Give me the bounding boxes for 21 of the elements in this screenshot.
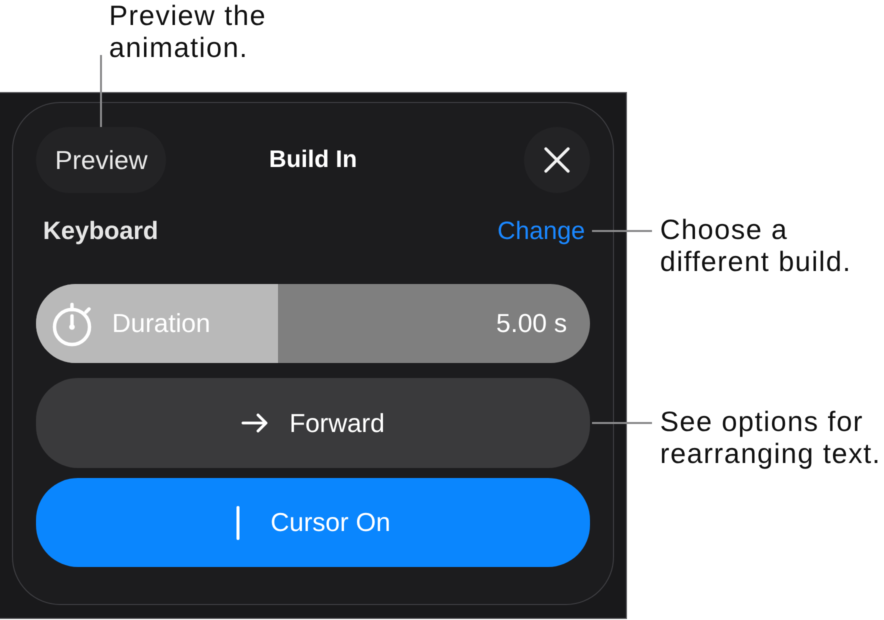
duration-label: Duration: [112, 308, 210, 339]
callout-text: Preview the animation.: [109, 0, 268, 64]
direction-button[interactable]: Forward: [36, 378, 590, 468]
popover-title: Build In: [269, 146, 357, 174]
text-cursor-icon: [236, 506, 240, 540]
arrow-right-icon: [241, 413, 270, 433]
preview-button[interactable]: Preview: [36, 127, 166, 193]
callout-text: Choose a different build.: [660, 214, 852, 278]
cursor-toggle[interactable]: Cursor On: [36, 478, 590, 567]
change-link[interactable]: Change: [497, 216, 585, 246]
cursor-label: Cursor On: [270, 507, 390, 538]
stopwatch-icon: [51, 300, 93, 346]
leader-line: [100, 55, 102, 127]
build-name: Keyboard: [43, 216, 158, 246]
leader-line: [592, 230, 652, 232]
leader-line: [592, 422, 652, 424]
direction-label: Forward: [289, 408, 385, 438]
close-icon: [544, 147, 570, 173]
duration-slider[interactable]: Duration 5.00 s: [36, 284, 590, 363]
callout-text: See options for rearranging text.: [660, 406, 882, 470]
duration-value: 5.00 s: [496, 308, 567, 339]
